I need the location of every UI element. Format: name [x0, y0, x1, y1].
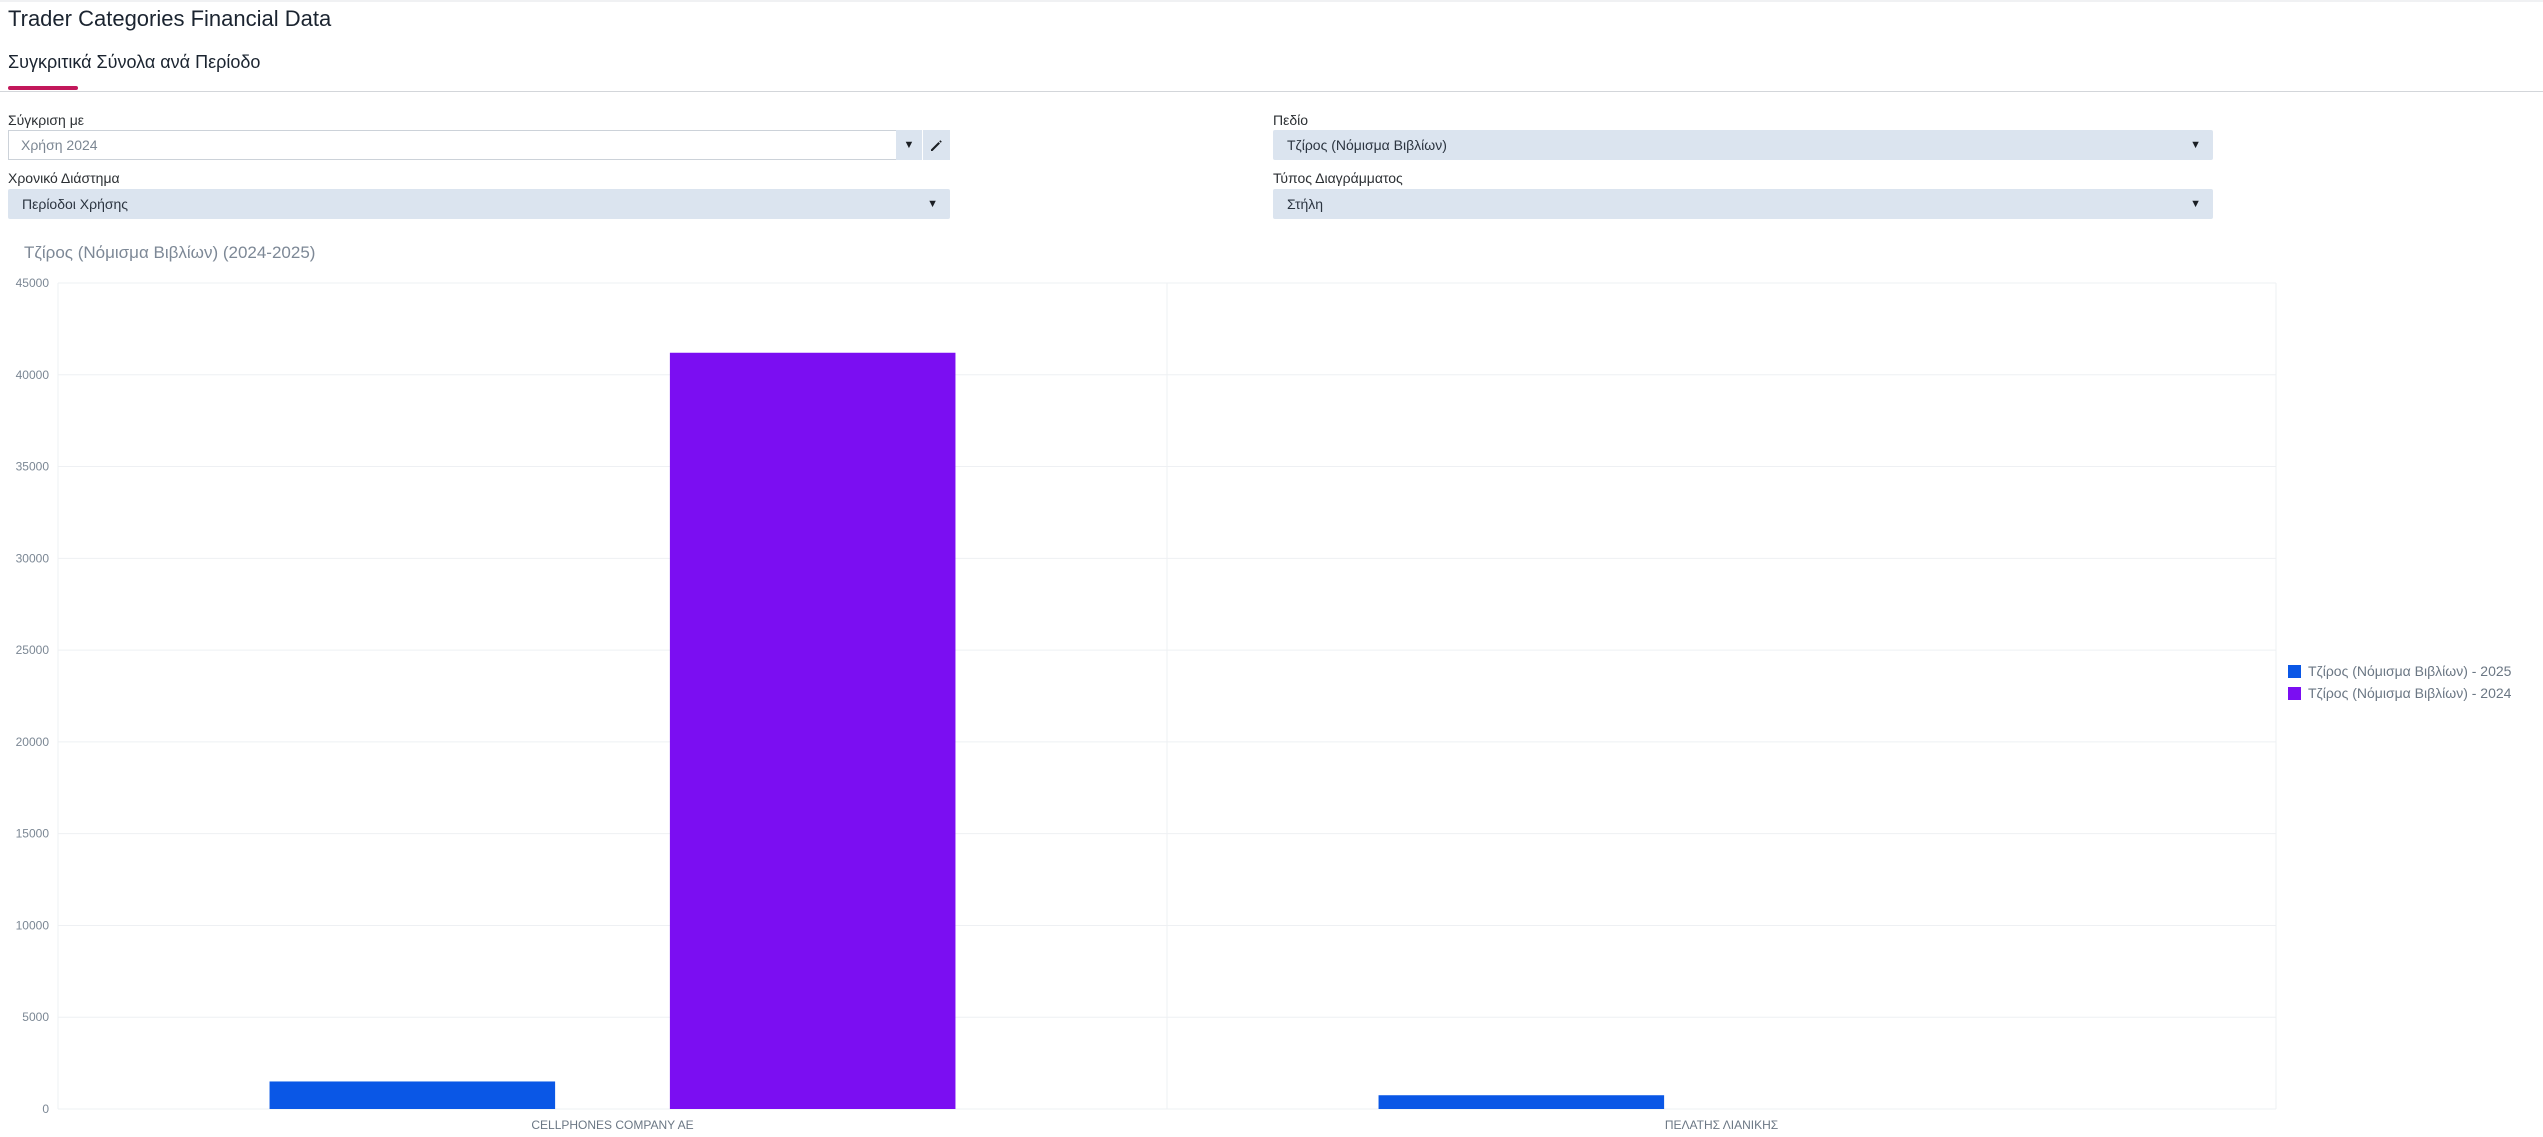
- legend-label-2024: Τζίρος (Νόμισμα Βιβλίων) - 2024: [2308, 685, 2512, 701]
- legend-swatch-2025: [2288, 664, 2301, 678]
- time-range-label: Χρονικό Διάστημα: [8, 170, 120, 186]
- y-tick-label: 25000: [16, 643, 50, 657]
- compare-with-edit-button[interactable]: [923, 130, 950, 160]
- chart-type-select-value: Στήλη: [1287, 196, 1324, 212]
- time-range-select[interactable]: Περίοδοι Χρήσης ▼: [8, 189, 950, 219]
- y-tick-label: 15000: [16, 827, 50, 841]
- x-tick-label: ΠΕΛΑΤΗΣ ΛΙΑΝΙΚΗΣ: [1665, 1118, 1778, 1132]
- caret-down-icon: ▼: [2190, 139, 2201, 151]
- y-tick-label: 45000: [16, 276, 50, 290]
- bar: [1378, 1095, 1665, 1109]
- time-range-select-value: Περίοδοι Χρήσης: [22, 196, 129, 212]
- y-tick-label: 0: [42, 1102, 49, 1116]
- legend-item-2025[interactable]: Τζίρος (Νόμισμα Βιβλίων) - 2025: [2288, 660, 2511, 682]
- x-tick-label: CELLPHONES COMPANY AE: [531, 1118, 693, 1132]
- active-tab-indicator: [8, 86, 78, 90]
- compare-with-input[interactable]: Χρήση 2024: [8, 130, 896, 160]
- field-select[interactable]: Τζίρος (Νόμισμα Βιβλίων) ▼: [1273, 130, 2213, 160]
- chart-type-select[interactable]: Στήλη ▼: [1273, 189, 2213, 219]
- caret-down-icon: ▼: [927, 198, 938, 210]
- y-tick-label: 20000: [16, 735, 50, 749]
- chart-legend: Τζίρος (Νόμισμα Βιβλίων) - 2025 Τζίρος (…: [2288, 660, 2511, 704]
- caret-down-icon: ▼: [2190, 198, 2201, 210]
- chart-title: Τζίρος (Νόμισμα Βιβλίων) (2024-2025): [24, 243, 316, 262]
- legend-item-2024[interactable]: Τζίρος (Νόμισμα Βιβλίων) - 2024: [2288, 682, 2511, 704]
- chart-type-label: Τύπος Διαγράμματος: [1273, 170, 1403, 186]
- compare-with-dropdown-button[interactable]: ▼: [896, 130, 922, 160]
- pencil-icon: [931, 139, 942, 151]
- caret-down-icon: ▼: [903, 139, 915, 151]
- bar: [269, 1081, 556, 1109]
- tab-bar: Συγκριτικά Σύνολα ανά Περίοδο: [0, 52, 2543, 92]
- top-border: [0, 0, 2543, 2]
- compare-with-label: Σύγκριση με: [8, 112, 85, 128]
- field-label: Πεδίο: [1273, 112, 1309, 128]
- y-tick-label: 30000: [16, 551, 50, 565]
- bar: [669, 352, 956, 1109]
- bar-chart: 0 5000 10000 15000 20000 25000 30000 35000 40000…: [16, 276, 2277, 1132]
- y-tick-label: 35000: [16, 460, 50, 474]
- legend-swatch-2024: [2288, 686, 2301, 700]
- y-tick-label: 40000: [16, 368, 50, 382]
- y-tick-label: 10000: [16, 918, 50, 932]
- field-select-value: Τζίρος (Νόμισμα Βιβλίων): [1287, 137, 1447, 153]
- y-tick-label: 5000: [22, 1010, 49, 1024]
- page-title: Trader Categories Financial Data: [8, 6, 332, 31]
- legend-label-2025: Τζίρος (Νόμισμα Βιβλίων) - 2025: [2308, 663, 2512, 679]
